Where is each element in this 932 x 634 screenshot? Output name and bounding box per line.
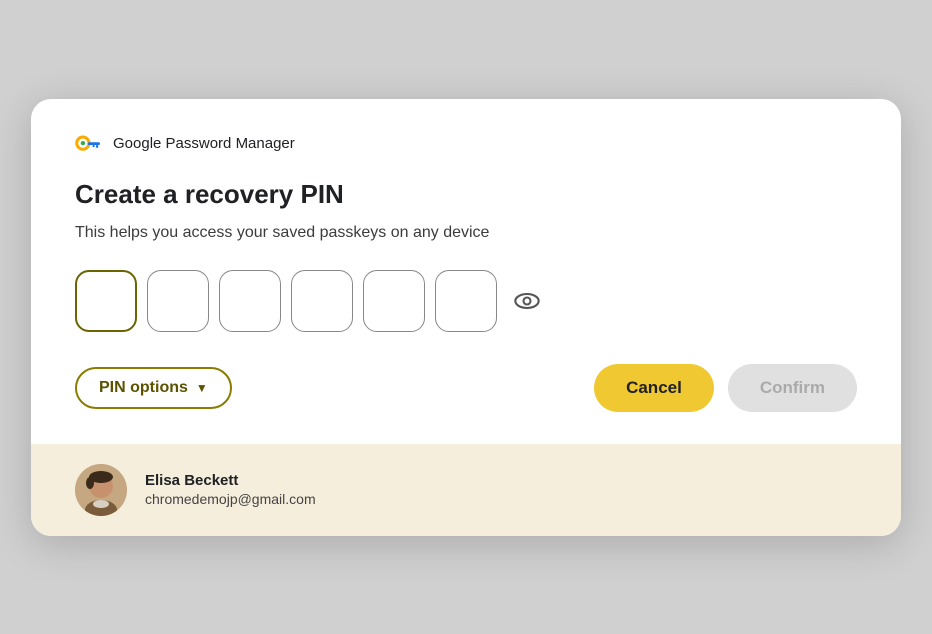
- actions-right: Cancel Confirm: [594, 364, 857, 412]
- pin-input-row: [75, 270, 857, 332]
- gpm-key-icon: [75, 135, 103, 153]
- pin-box-5[interactable]: [363, 270, 425, 332]
- pin-box-2[interactable]: [147, 270, 209, 332]
- dialog-footer: Elisa Beckett chromedemojp@gmail.com: [31, 444, 901, 536]
- user-info: Elisa Beckett chromedemojp@gmail.com: [145, 472, 316, 507]
- pin-box-4[interactable]: [291, 270, 353, 332]
- confirm-button[interactable]: Confirm: [728, 364, 857, 412]
- pin-box-1[interactable]: [75, 270, 137, 332]
- chevron-down-icon: ▼: [196, 381, 208, 395]
- dialog-header: Google Password Manager: [75, 135, 857, 153]
- pin-box-3[interactable]: [219, 270, 281, 332]
- dialog: Google Password Manager Create a recover…: [31, 99, 901, 536]
- brand-label: Google Password Manager: [113, 135, 295, 152]
- cancel-button[interactable]: Cancel: [594, 364, 714, 412]
- toggle-visibility-icon[interactable]: [513, 287, 541, 315]
- dialog-title: Create a recovery PIN: [75, 179, 857, 210]
- dialog-subtitle: This helps you access your saved passkey…: [75, 224, 857, 242]
- pin-box-6[interactable]: [435, 270, 497, 332]
- dialog-actions: PIN options ▼ Cancel Confirm: [75, 364, 857, 412]
- dialog-main: Google Password Manager Create a recover…: [31, 99, 901, 444]
- user-name: Elisa Beckett: [145, 472, 316, 489]
- user-avatar: [75, 464, 127, 516]
- pin-options-button[interactable]: PIN options ▼: [75, 367, 232, 409]
- user-email: chromedemojp@gmail.com: [145, 491, 316, 507]
- pin-options-label: PIN options: [99, 379, 188, 397]
